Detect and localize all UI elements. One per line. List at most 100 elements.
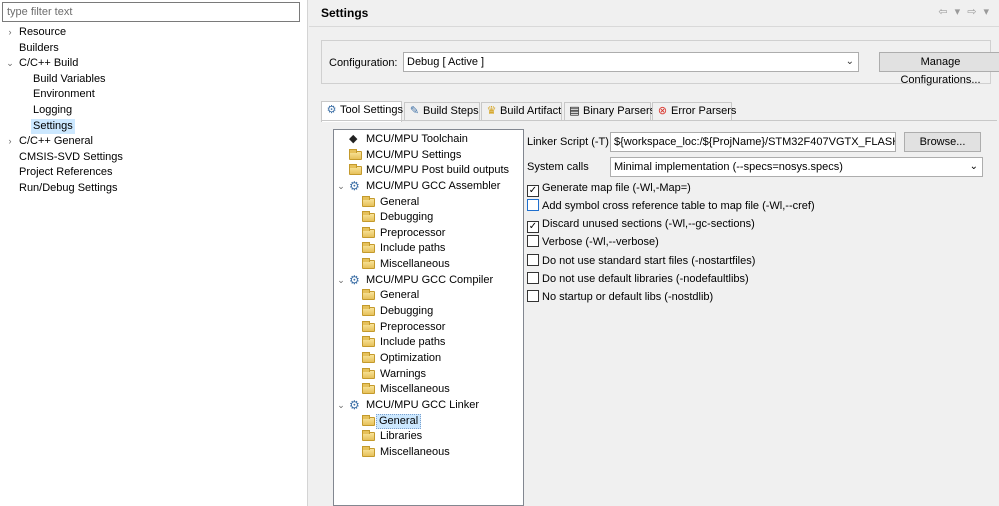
tab-divider bbox=[321, 120, 997, 121]
tool-item-toolchain[interactable]: ◆ MCU/MPU Toolchain bbox=[334, 132, 523, 148]
chevron-right-icon[interactable]: › bbox=[4, 134, 16, 150]
filter-input[interactable] bbox=[2, 2, 300, 22]
build-steps-icon: ✎ bbox=[409, 105, 420, 117]
linker-script-label: Linker Script (-T) bbox=[527, 136, 609, 148]
tree-item-resource[interactable]: › Resource bbox=[0, 25, 308, 41]
error-icon: ⊗ bbox=[657, 105, 668, 117]
folder-icon bbox=[362, 445, 375, 457]
page-title: Settings bbox=[321, 6, 369, 20]
tool-item-cc-debugging[interactable]: Debugging bbox=[334, 304, 523, 320]
option-verbose[interactable]: Verbose (-Wl,--verbose) bbox=[527, 234, 659, 250]
folder-icon bbox=[362, 226, 375, 238]
option-nodefaultlibs[interactable]: Do not use default libraries (-nodefault… bbox=[527, 271, 749, 287]
folder-icon bbox=[362, 195, 375, 207]
tree-item-cmsis-svd[interactable]: CMSIS-SVD Settings bbox=[0, 150, 308, 166]
settings-pane: Settings ⇦ ▾ ⇨ ▾ Configuration: Debug [ … bbox=[309, 0, 999, 506]
folder-icon bbox=[362, 430, 375, 442]
chip-icon: ◆ bbox=[349, 133, 358, 145]
checkbox-unchecked[interactable] bbox=[527, 290, 539, 302]
checkbox-unchecked[interactable] bbox=[527, 235, 539, 247]
binary-icon: ▤ bbox=[569, 105, 580, 117]
tab-error-parsers[interactable]: ⊗ Error Parsers bbox=[652, 102, 736, 121]
tool-item-asm-preprocessor[interactable]: Preprocessor bbox=[334, 226, 523, 242]
option-cross-reference[interactable]: Add symbol cross reference table to map … bbox=[527, 198, 815, 214]
gear-icon: ⚙ bbox=[349, 272, 360, 287]
properties-nav-panel: ›Resource Builders ⌄C/C++ Build Build Va… bbox=[0, 0, 308, 506]
checkbox-unchecked[interactable] bbox=[527, 254, 539, 266]
chevron-down-icon: ⌄ bbox=[969, 161, 978, 172]
option-nostartfiles[interactable]: Do not use standard start files (-nostar… bbox=[527, 253, 755, 269]
tree-item-environment[interactable]: Environment bbox=[0, 87, 308, 103]
properties-tree: › Resource Builders ⌄ C/C++ Build Build Va… bbox=[0, 25, 308, 197]
trophy-icon: ♛ bbox=[486, 105, 497, 117]
tool-item-ld-general[interactable]: General bbox=[334, 413, 523, 430]
configuration-label: Configuration: bbox=[329, 57, 398, 69]
checkbox-unchecked[interactable] bbox=[527, 199, 539, 211]
option-nostdlib[interactable]: No startup or default libs (-nostdlib) bbox=[527, 289, 713, 305]
manage-configurations-button[interactable]: Manage Configurations... bbox=[879, 52, 999, 86]
tool-item-cc-include-paths[interactable]: Include paths bbox=[334, 335, 523, 351]
folder-icon bbox=[362, 305, 375, 317]
browse-button[interactable]: Browse... bbox=[904, 132, 981, 152]
tab-binary-parsers[interactable]: ▤ Binary Parsers bbox=[564, 102, 655, 121]
folder-icon bbox=[362, 320, 375, 332]
tool-item-asm-miscellaneous[interactable]: Miscellaneous bbox=[334, 257, 523, 273]
system-calls-select[interactable]: Minimal implementation (--specs=nosys.sp… bbox=[610, 157, 983, 177]
tab-build-steps[interactable]: ✎ Build Steps bbox=[404, 102, 480, 121]
tab-build-artifact[interactable]: ♛ Build Artifact bbox=[481, 102, 562, 121]
chevron-down-icon: ⌄ bbox=[845, 56, 854, 67]
tool-item-mcu-settings[interactable]: MCU/MPU Settings bbox=[334, 148, 523, 164]
tool-item-asm-include-paths[interactable]: Include paths bbox=[334, 241, 523, 257]
checkbox-checked[interactable]: ✓ bbox=[527, 221, 539, 233]
tool-item-cc-general[interactable]: General bbox=[334, 288, 523, 304]
tool-item-cc-optimization[interactable]: Optimization bbox=[334, 351, 523, 367]
tree-item-builders[interactable]: Builders bbox=[0, 41, 308, 57]
gear-icon: ⚙ bbox=[326, 104, 337, 116]
chevron-down-icon[interactable]: ⌄ bbox=[4, 56, 16, 72]
gear-icon: ⚙ bbox=[349, 397, 360, 412]
chevron-down-icon[interactable]: ⌄ bbox=[336, 179, 346, 195]
linker-script-input[interactable]: ${workspace_loc:/${ProjName}/STM32F407VG… bbox=[610, 132, 896, 152]
option-generate-map-file[interactable]: ✓ Generate map file (-Wl,-Map=) bbox=[527, 180, 691, 197]
folder-icon bbox=[362, 383, 375, 395]
tree-item-run-debug[interactable]: Run/Debug Settings bbox=[0, 181, 308, 197]
tool-item-cc-warnings[interactable]: Warnings bbox=[334, 367, 523, 383]
tool-item-assembler[interactable]: ⌄ ⚙ MCU/MPU GCC Assembler bbox=[334, 179, 523, 195]
tool-item-cc-preprocessor[interactable]: Preprocessor bbox=[334, 320, 523, 336]
tree-item-logging[interactable]: Logging bbox=[0, 103, 308, 119]
checkbox-unchecked[interactable] bbox=[527, 272, 539, 284]
settings-tabs: ⚙ Tool Settings ✎ Build Steps ♛ Build Artif… bbox=[321, 101, 991, 122]
tool-item-linker[interactable]: ⌄ ⚙ MCU/MPU GCC Linker bbox=[334, 398, 523, 414]
tool-item-post-build[interactable]: MCU/MPU Post build outputs bbox=[334, 163, 523, 179]
tool-item-asm-debugging[interactable]: Debugging bbox=[334, 210, 523, 226]
system-calls-label: System calls bbox=[527, 161, 589, 173]
tab-tool-settings[interactable]: ⚙ Tool Settings bbox=[321, 101, 403, 122]
tree-item-build-variables[interactable]: Build Variables bbox=[0, 72, 308, 88]
folder-icon bbox=[362, 351, 375, 363]
tree-item-settings[interactable]: Settings bbox=[0, 118, 308, 135]
folder-icon bbox=[349, 148, 362, 160]
folder-icon bbox=[362, 289, 375, 301]
configuration-select[interactable]: Debug [ Active ] ⌄ bbox=[403, 52, 859, 72]
checkbox-checked[interactable]: ✓ bbox=[527, 185, 539, 197]
folder-icon bbox=[362, 367, 375, 379]
tree-item-project-references[interactable]: Project References bbox=[0, 165, 308, 181]
configuration-group: Configuration: Debug [ Active ] ⌄ Manage… bbox=[321, 40, 999, 86]
history-nav-buttons[interactable]: ⇦ ▾ ⇨ ▾ bbox=[938, 5, 991, 18]
gear-icon: ⚙ bbox=[349, 178, 360, 193]
folder-icon bbox=[362, 211, 375, 223]
tool-item-ld-miscellaneous[interactable]: Miscellaneous bbox=[334, 445, 523, 461]
chevron-down-icon[interactable]: ⌄ bbox=[336, 398, 346, 414]
tree-item-cpp-general[interactable]: › C/C++ General bbox=[0, 134, 308, 150]
chevron-down-icon[interactable]: ⌄ bbox=[336, 273, 346, 289]
tree-item-cpp-build[interactable]: ⌄ C/C++ Build bbox=[0, 56, 308, 72]
folder-icon bbox=[362, 258, 375, 270]
tool-item-compiler[interactable]: ⌄ ⚙ MCU/MPU GCC Compiler bbox=[334, 273, 523, 289]
folder-icon bbox=[362, 336, 375, 348]
option-discard-unused[interactable]: ✓ Discard unused sections (-Wl,--gc-secti… bbox=[527, 216, 755, 233]
tool-settings-tree: ◆ MCU/MPU Toolchain MCU/MPU Settings MCU/… bbox=[333, 129, 524, 506]
tool-item-cc-miscellaneous[interactable]: Miscellaneous bbox=[334, 382, 523, 398]
tool-item-ld-libraries[interactable]: Libraries bbox=[334, 429, 523, 445]
chevron-right-icon[interactable]: › bbox=[4, 25, 16, 41]
tool-item-asm-general[interactable]: General bbox=[334, 195, 523, 211]
